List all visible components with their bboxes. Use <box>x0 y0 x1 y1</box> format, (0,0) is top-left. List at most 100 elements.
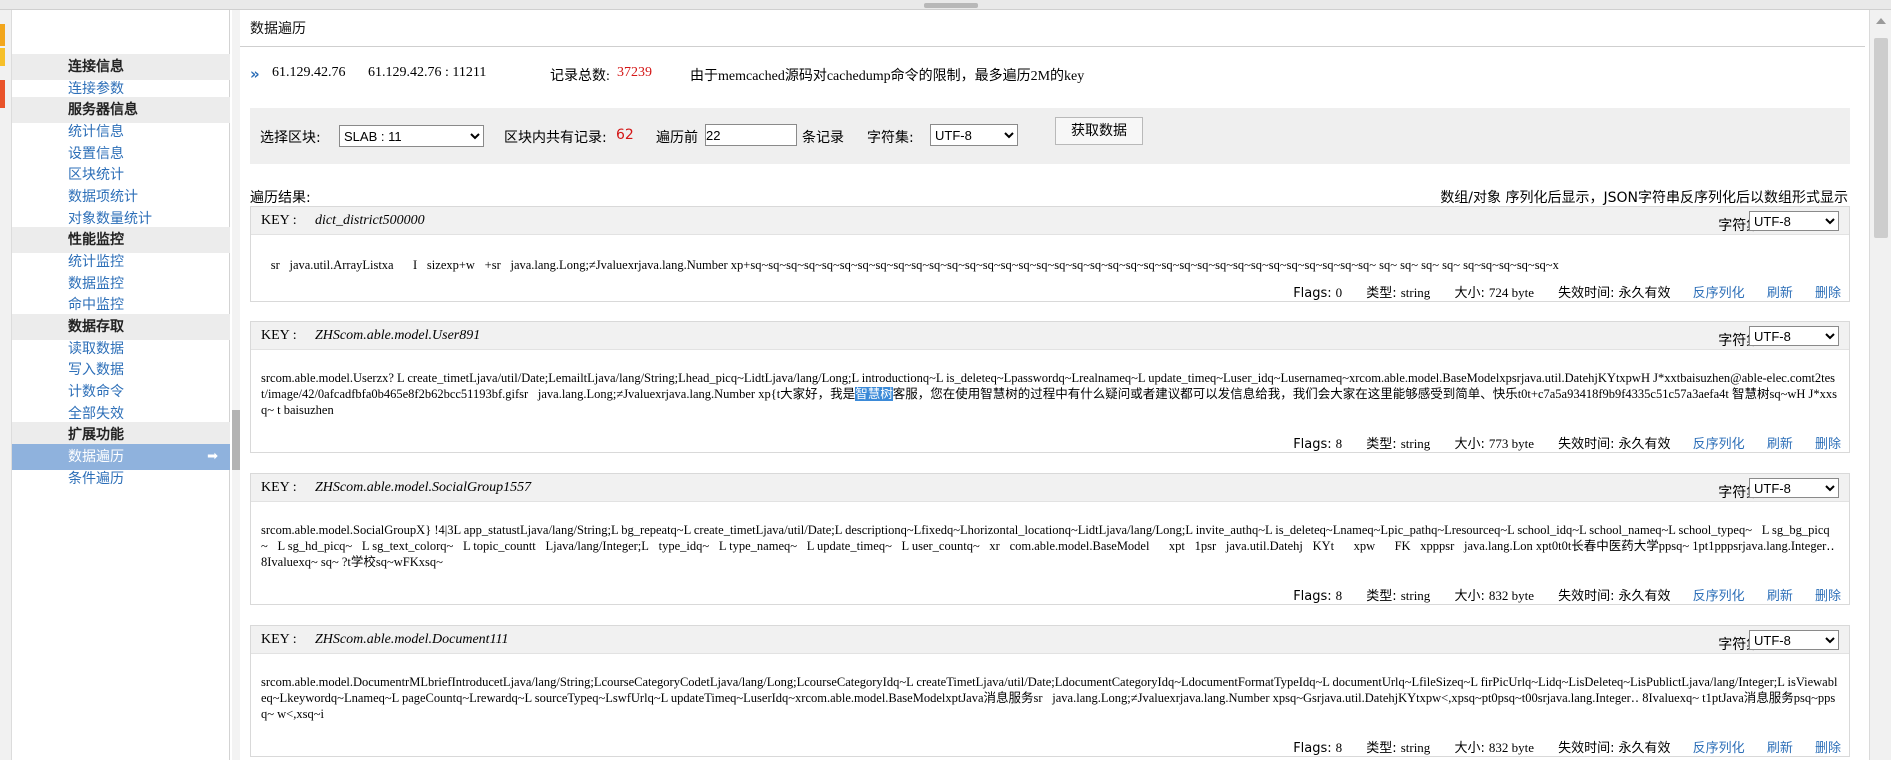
sidebar-item-conditional-traverse[interactable]: 条件遍历 <box>12 466 230 492</box>
entry-header: KEY : ZHScom.able.model.Document111 字符集:… <box>251 626 1849 654</box>
limit-notice: 由于memcached源码对cachedump命令的限制，最多遍历2M的key <box>690 69 1085 84</box>
entry-value: srcom.able.model.SocialGroupX} !4|3L app… <box>261 523 1835 569</box>
result-entry: KEY : ZHScom.able.model.User891 字符集: UTF… <box>250 321 1850 453</box>
size-value: 724 byte <box>1488 285 1534 300</box>
scrollbar-thumb[interactable] <box>1874 38 1888 238</box>
results-label: 遍历结果: <box>250 190 311 206</box>
key-value: ZHScom.able.model.Document111 <box>315 632 509 647</box>
type-label: 类型: <box>1366 437 1397 452</box>
entry-value:  sr java.util.ArrayListxa  I sizexp+w +s… <box>261 258 1559 272</box>
size-label: 大小: <box>1454 286 1485 301</box>
edge-marker <box>0 24 5 46</box>
fetch-data-button[interactable]: 获取数据 <box>1055 117 1143 145</box>
key-value: ZHScom.able.model.User891 <box>315 328 481 343</box>
entry-value: srcom.able.model.DocumentrMLbriefIntrodu… <box>261 675 1838 721</box>
left-edge-strip <box>0 10 12 760</box>
edge-marker <box>0 80 5 108</box>
entry-charset-select[interactable]: UTF-8 <box>1749 478 1839 498</box>
page-scrollbar[interactable] <box>1869 10 1891 760</box>
edge-marker <box>0 48 5 66</box>
flags-label: Flags: <box>1293 589 1332 604</box>
size-label: 大小: <box>1454 589 1485 604</box>
delete-link[interactable]: 删除 <box>1815 589 1841 604</box>
traverse-count-input[interactable] <box>705 124 797 146</box>
flags-label: Flags: <box>1293 741 1332 756</box>
delete-link[interactable]: 删除 <box>1815 437 1841 452</box>
entry-value: srcom.able.model.Userzx? L create_timetL… <box>261 370 1841 420</box>
deserialize-link[interactable]: 反序列化 <box>1693 741 1745 756</box>
deserialize-link[interactable]: 反序列化 <box>1693 589 1745 604</box>
flags-value: 8 <box>1335 740 1343 755</box>
expire-value: 永久有效 <box>1618 741 1671 756</box>
results-note: 数组/对象 序列化后显示，JSON字符串反序列化后以数组形式显示 <box>1440 190 1848 206</box>
flags-value: 8 <box>1335 436 1343 451</box>
deserialize-link[interactable]: 反序列化 <box>1693 286 1745 301</box>
refresh-link[interactable]: 刷新 <box>1767 286 1793 301</box>
result-entry: KEY : dict_district500000 字符集: UTF-8  sr… <box>250 206 1850 302</box>
entry-header: KEY : ZHScom.able.model.SocialGroup1557 … <box>251 474 1849 502</box>
result-entry: KEY : ZHScom.able.model.Document111 字符集:… <box>250 625 1850 757</box>
flags-value: 8 <box>1335 588 1343 603</box>
type-value: string <box>1400 740 1431 755</box>
scroll-up-icon[interactable] <box>1876 18 1886 24</box>
flags-label: Flags: <box>1293 437 1332 452</box>
entry-charset-select[interactable]: UTF-8 <box>1749 326 1839 346</box>
slab-label: 选择区块: <box>260 130 321 146</box>
charset-select[interactable]: UTF-8 <box>930 124 1018 146</box>
flags-label: Flags: <box>1293 286 1332 301</box>
expire-value: 永久有效 <box>1618 589 1671 604</box>
double-chevron-icon: » <box>250 65 260 83</box>
expire-label: 失效时间: <box>1558 286 1615 301</box>
expire-label: 失效时间: <box>1558 437 1615 452</box>
divider <box>240 46 1865 47</box>
key-value: ZHScom.able.model.SocialGroup1557 <box>315 480 532 495</box>
records-suffix: 条记录 <box>802 130 844 146</box>
expire-label: 失效时间: <box>1558 589 1615 604</box>
block-records-value: 62 <box>616 127 634 143</box>
server-info-row: » 61.129.42.76 61.129.42.76 : 11211 记录总数… <box>250 65 1850 89</box>
block-records-label: 区块内共有记录: <box>504 130 607 146</box>
size-label: 大小: <box>1454 741 1485 756</box>
traverse-label: 遍历前 <box>656 130 698 146</box>
entry-meta: Flags: 8 类型: string 大小: 773 byte 失效时间: 永久有效 … <box>1273 433 1841 452</box>
result-entry: KEY : ZHScom.able.model.SocialGroup1557 … <box>250 473 1850 605</box>
key-label: KEY : <box>261 213 297 228</box>
delete-link[interactable]: 删除 <box>1815 741 1841 756</box>
delete-link[interactable]: 删除 <box>1815 286 1841 301</box>
flags-value: 0 <box>1335 285 1343 300</box>
server-ip: 61.129.42.76 <box>272 65 346 80</box>
expire-label: 失效时间: <box>1558 741 1615 756</box>
entry-header: KEY : ZHScom.able.model.User891 字符集: UTF… <box>251 322 1849 350</box>
entry-meta: Flags: 8 类型: string 大小: 832 byte 失效时间: 永久有效 … <box>1273 585 1841 604</box>
type-value: string <box>1400 436 1431 451</box>
expire-value: 永久有效 <box>1618 437 1671 452</box>
size-label: 大小: <box>1454 437 1485 452</box>
size-value: 832 byte <box>1488 588 1534 603</box>
sidebar-item-label: 数据遍历 <box>68 449 124 465</box>
refresh-link[interactable]: 刷新 <box>1767 741 1793 756</box>
resize-grip[interactable] <box>924 3 978 8</box>
type-label: 类型: <box>1366 286 1397 301</box>
type-value: string <box>1400 285 1431 300</box>
deserialize-link[interactable]: 反序列化 <box>1693 437 1745 452</box>
refresh-link[interactable]: 刷新 <box>1767 437 1793 452</box>
slab-select[interactable]: SLAB : 11 <box>339 125 484 147</box>
type-value: string <box>1400 588 1431 603</box>
entry-charset-select[interactable]: UTF-8 <box>1749 211 1839 231</box>
scrollbar-thumb[interactable] <box>232 410 240 470</box>
refresh-link[interactable]: 刷新 <box>1767 589 1793 604</box>
key-label: KEY : <box>261 632 297 647</box>
total-records-label: 记录总数: <box>550 69 610 84</box>
entry-meta: Flags: 8 类型: string 大小: 832 byte 失效时间: 永久有效 … <box>1273 737 1841 756</box>
size-value: 832 byte <box>1488 740 1534 755</box>
entry-charset-select[interactable]: UTF-8 <box>1749 630 1839 650</box>
key-value: dict_district500000 <box>315 213 425 228</box>
sidebar-scrollbar[interactable] <box>232 10 240 760</box>
key-label: KEY : <box>261 328 297 343</box>
query-panel: 选择区块: SLAB : 11 区块内共有记录: 62 遍历前 条记录 字符集:… <box>250 108 1850 164</box>
type-label: 类型: <box>1366 589 1397 604</box>
expire-value: 永久有效 <box>1618 286 1671 301</box>
entry-meta: Flags: 0 类型: string 大小: 724 byte 失效时间: 永久有效 … <box>1273 282 1841 301</box>
type-label: 类型: <box>1366 741 1397 756</box>
selected-text: 智慧树 <box>855 387 893 401</box>
